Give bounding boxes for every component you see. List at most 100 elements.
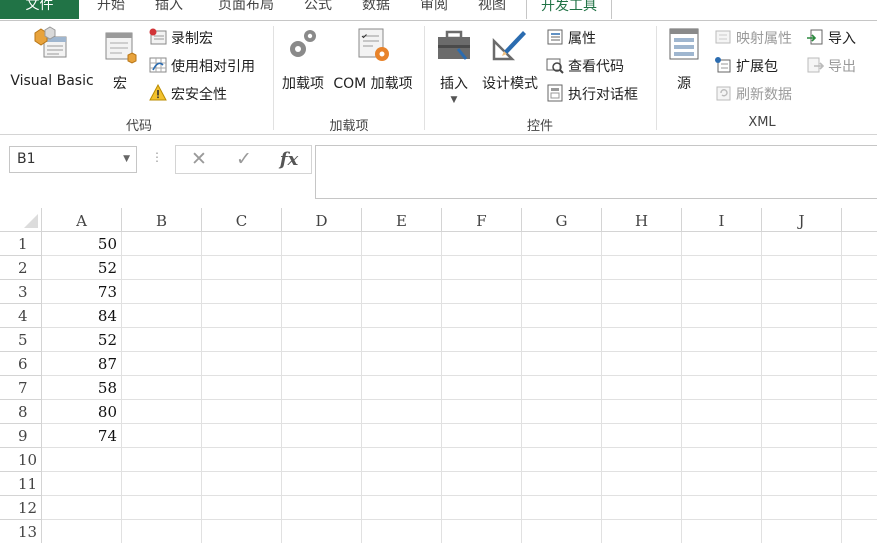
row-header-6[interactable]: 6 xyxy=(0,352,42,376)
cell-g4[interactable] xyxy=(522,304,602,328)
cell-i3[interactable] xyxy=(682,280,762,304)
cell-k2[interactable] xyxy=(842,256,877,280)
row-header-12[interactable]: 12 xyxy=(0,496,42,520)
tab-view[interactable]: 视图 xyxy=(471,0,513,19)
cell-c8[interactable] xyxy=(202,400,282,424)
cell-i2[interactable] xyxy=(682,256,762,280)
cell-c4[interactable] xyxy=(202,304,282,328)
addins-button[interactable]: 加载项 xyxy=(278,25,328,93)
cell-a10[interactable] xyxy=(42,448,122,472)
cell-d4[interactable] xyxy=(282,304,362,328)
cell-b6[interactable] xyxy=(122,352,202,376)
cell-a1[interactable]: 50 xyxy=(42,232,122,256)
row-header-7[interactable]: 7 xyxy=(0,376,42,400)
cell-i11[interactable] xyxy=(682,472,762,496)
cell-b13[interactable] xyxy=(122,520,202,543)
cell-a4[interactable]: 84 xyxy=(42,304,122,328)
cell-b5[interactable] xyxy=(122,328,202,352)
xml-source-button[interactable]: 源 xyxy=(664,25,704,93)
cell-i8[interactable] xyxy=(682,400,762,424)
cell-d12[interactable] xyxy=(282,496,362,520)
cell-g9[interactable] xyxy=(522,424,602,448)
view-code-button[interactable]: 查看代码 xyxy=(546,56,624,78)
cell-c13[interactable] xyxy=(202,520,282,543)
design-mode-button[interactable]: 设计模式 xyxy=(478,25,542,93)
cell-d1[interactable] xyxy=(282,232,362,256)
cell-f8[interactable] xyxy=(442,400,522,424)
cell-c1[interactable] xyxy=(202,232,282,256)
cell-j11[interactable] xyxy=(762,472,842,496)
tab-home[interactable]: 开始 xyxy=(90,0,132,19)
cell-g1[interactable] xyxy=(522,232,602,256)
cell-f4[interactable] xyxy=(442,304,522,328)
column-header-b[interactable]: B xyxy=(122,208,202,232)
cell-k11[interactable] xyxy=(842,472,877,496)
cell-d5[interactable] xyxy=(282,328,362,352)
cell-g2[interactable] xyxy=(522,256,602,280)
cell-g6[interactable] xyxy=(522,352,602,376)
cell-h13[interactable] xyxy=(602,520,682,543)
cell-a9[interactable]: 74 xyxy=(42,424,122,448)
cell-b8[interactable] xyxy=(122,400,202,424)
cell-k10[interactable] xyxy=(842,448,877,472)
cell-k6[interactable] xyxy=(842,352,877,376)
cell-a13[interactable] xyxy=(42,520,122,543)
column-header-g[interactable]: G xyxy=(522,208,602,232)
macros-button[interactable]: 宏 xyxy=(99,25,141,93)
use-relative-refs-button[interactable]: 使用相对引用 xyxy=(149,56,255,78)
cell-i1[interactable] xyxy=(682,232,762,256)
cell-j6[interactable] xyxy=(762,352,842,376)
column-header-e[interactable]: E xyxy=(362,208,442,232)
cell-i13[interactable] xyxy=(682,520,762,543)
cell-i4[interactable] xyxy=(682,304,762,328)
cell-e13[interactable] xyxy=(362,520,442,543)
insert-function-button[interactable]: fx xyxy=(274,146,304,173)
cell-c7[interactable] xyxy=(202,376,282,400)
cell-d2[interactable] xyxy=(282,256,362,280)
cell-f9[interactable] xyxy=(442,424,522,448)
cell-c3[interactable] xyxy=(202,280,282,304)
cell-h5[interactable] xyxy=(602,328,682,352)
cell-i9[interactable] xyxy=(682,424,762,448)
cell-h4[interactable] xyxy=(602,304,682,328)
cell-a3[interactable]: 73 xyxy=(42,280,122,304)
cell-j3[interactable] xyxy=(762,280,842,304)
cell-e3[interactable] xyxy=(362,280,442,304)
cell-j1[interactable] xyxy=(762,232,842,256)
cell-e10[interactable] xyxy=(362,448,442,472)
tab-formulas[interactable]: 公式 xyxy=(297,0,339,19)
cell-k12[interactable] xyxy=(842,496,877,520)
cell-h8[interactable] xyxy=(602,400,682,424)
cell-h9[interactable] xyxy=(602,424,682,448)
row-header-9[interactable]: 9 xyxy=(0,424,42,448)
cell-c2[interactable] xyxy=(202,256,282,280)
cell-f1[interactable] xyxy=(442,232,522,256)
cell-j7[interactable] xyxy=(762,376,842,400)
cell-h7[interactable] xyxy=(602,376,682,400)
cell-e2[interactable] xyxy=(362,256,442,280)
tab-page-layout[interactable]: 页面布局 xyxy=(208,0,284,19)
cell-c5[interactable] xyxy=(202,328,282,352)
cell-g11[interactable] xyxy=(522,472,602,496)
cell-h6[interactable] xyxy=(602,352,682,376)
cell-h3[interactable] xyxy=(602,280,682,304)
cancel-entry-icon[interactable]: ✕ xyxy=(184,146,214,173)
cell-j9[interactable] xyxy=(762,424,842,448)
cell-j8[interactable] xyxy=(762,400,842,424)
cell-j13[interactable] xyxy=(762,520,842,543)
cell-g7[interactable] xyxy=(522,376,602,400)
tab-data[interactable]: 数据 xyxy=(355,0,397,19)
cell-b1[interactable] xyxy=(122,232,202,256)
cell-e9[interactable] xyxy=(362,424,442,448)
cell-j10[interactable] xyxy=(762,448,842,472)
column-header-f[interactable]: F xyxy=(442,208,522,232)
cell-i6[interactable] xyxy=(682,352,762,376)
cell-a2[interactable]: 52 xyxy=(42,256,122,280)
cell-k1[interactable] xyxy=(842,232,877,256)
tab-insert[interactable]: 插入 xyxy=(148,0,190,19)
cell-a6[interactable]: 87 xyxy=(42,352,122,376)
row-header-10[interactable]: 10 xyxy=(0,448,42,472)
cell-g8[interactable] xyxy=(522,400,602,424)
cell-f5[interactable] xyxy=(442,328,522,352)
cell-b7[interactable] xyxy=(122,376,202,400)
